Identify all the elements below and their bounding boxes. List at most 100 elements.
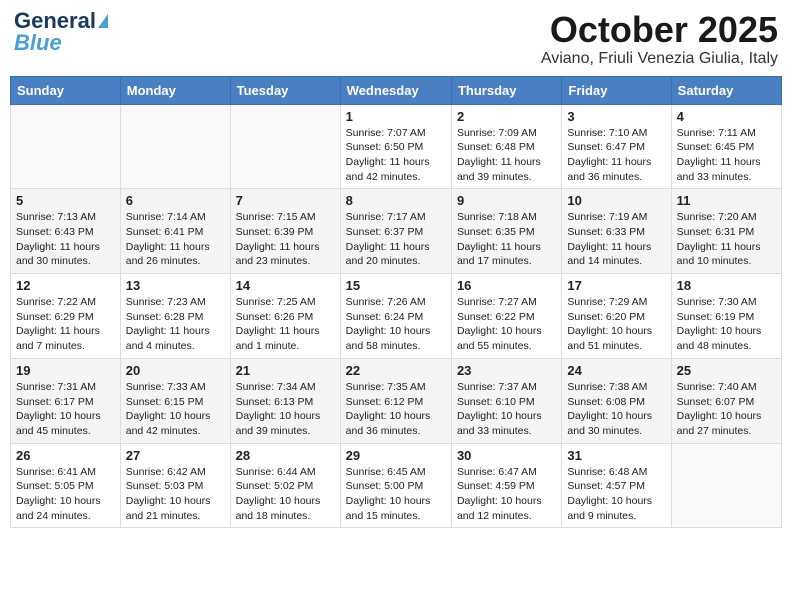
- day-info: Sunrise: 7:15 AMSunset: 6:39 PMDaylight:…: [236, 210, 335, 269]
- day-info: Sunrise: 7:14 AMSunset: 6:41 PMDaylight:…: [126, 210, 225, 269]
- sunset-text: Sunset: 6:29 PM: [16, 311, 94, 323]
- daylight-text: Daylight: 11 hours and 36 minutes.: [567, 156, 651, 183]
- day-number: 30: [457, 448, 556, 463]
- day-number: 15: [346, 278, 446, 293]
- day-number: 26: [16, 448, 115, 463]
- sunrise-text: Sunrise: 7:34 AM: [236, 381, 316, 393]
- sunset-text: Sunset: 6:50 PM: [346, 141, 424, 153]
- daylight-text: Daylight: 11 hours and 7 minutes.: [16, 325, 100, 352]
- day-info: Sunrise: 7:31 AMSunset: 6:17 PMDaylight:…: [16, 380, 115, 439]
- daylight-text: Daylight: 10 hours and 36 minutes.: [346, 410, 431, 437]
- sunrise-text: Sunrise: 7:27 AM: [457, 296, 537, 308]
- daylight-text: Daylight: 10 hours and 21 minutes.: [126, 495, 211, 522]
- day-info: Sunrise: 7:25 AM Sunset: 6:26 PM Daylight:…: [236, 295, 335, 354]
- daylight-text: Daylight: 10 hours and 30 minutes.: [567, 410, 652, 437]
- sunrise-text: Sunrise: 7:31 AM: [16, 381, 96, 393]
- day-number: 22: [346, 363, 446, 378]
- sunrise-text: Sunrise: 7:15 AM: [236, 211, 316, 223]
- sunset-text: Sunset: 6:26 PM: [236, 311, 314, 323]
- day-number: 24: [567, 363, 665, 378]
- sunrise-text: Sunrise: 7:07 AM: [346, 127, 426, 139]
- calendar-cell: 20Sunrise: 7:33 AMSunset: 6:15 PMDayligh…: [120, 358, 230, 443]
- day-info: Sunrise: 7:27 AM Sunset: 6:22 PM Daylight:…: [457, 295, 556, 354]
- sunrise-text: Sunrise: 7:14 AM: [126, 211, 206, 223]
- day-info: Sunrise: 7:38 AMSunset: 6:08 PMDaylight:…: [567, 380, 665, 439]
- calendar-week-row: 1Sunrise: 7:07 AMSunset: 6:50 PMDaylight…: [11, 104, 782, 189]
- calendar-cell: 16 Sunrise: 7:27 AM Sunset: 6:22 PM Dayligh…: [451, 274, 561, 359]
- day-info: Sunrise: 7:23 AMSunset: 6:28 PMDaylight:…: [126, 295, 225, 354]
- calendar-cell: 29 Sunrise: 6:45 AMSunset: 5:00 PMDayligh…: [340, 443, 451, 528]
- weekday-header-thursday: Thursday: [451, 76, 561, 104]
- sunset-text: Sunset: 6:17 PM: [16, 396, 94, 408]
- sunset-text: Sunset: 5:05 PM: [16, 480, 94, 492]
- day-info: Sunrise: 7:19 AMSunset: 6:33 PMDaylight:…: [567, 210, 665, 269]
- sunset-text: Sunset: 5:02 PM: [236, 480, 314, 492]
- day-info: Sunrise: 6:42 AM Sunset: 5:03 PM Daylight:…: [126, 465, 225, 524]
- daylight-text: Daylight: 11 hours and 23 minutes.: [236, 241, 320, 268]
- weekday-header-tuesday: Tuesday: [230, 76, 340, 104]
- daylight-text: Daylight: 11 hours and 39 minutes.: [457, 156, 541, 183]
- sunrise-text: Sunrise: 7:30 AM: [677, 296, 757, 308]
- sunset-text: Sunset: 6:22 PM: [457, 311, 535, 323]
- sunrise-text: Sunrise: 7:09 AM: [457, 127, 537, 139]
- daylight-text: Daylight: 10 hours and 42 minutes.: [126, 410, 211, 437]
- sunset-text: Sunset: 6:10 PM: [457, 396, 535, 408]
- daylight-text: Daylight: 10 hours and 27 minutes.: [677, 410, 762, 437]
- day-number: 8: [346, 193, 446, 208]
- sunset-text: Sunset: 5:03 PM: [126, 480, 204, 492]
- sunrise-text: Sunrise: 7:25 AM: [236, 296, 316, 308]
- sunset-text: Sunset: 6:35 PM: [457, 226, 535, 238]
- calendar-table: SundayMondayTuesdayWednesdayThursdayFrid…: [10, 76, 782, 529]
- daylight-text: Daylight: 11 hours and 1 minute.: [236, 325, 320, 352]
- day-number: 16: [457, 278, 556, 293]
- sunset-text: Sunset: 4:59 PM: [457, 480, 535, 492]
- sunrise-text: Sunrise: 7:13 AM: [16, 211, 96, 223]
- sunset-text: Sunset: 6:28 PM: [126, 311, 204, 323]
- daylight-text: Daylight: 10 hours and 55 minutes.: [457, 325, 542, 352]
- sunrise-text: Sunrise: 7:40 AM: [677, 381, 757, 393]
- day-number: 4: [677, 109, 776, 124]
- day-info: Sunrise: 6:45 AMSunset: 5:00 PMDaylight:…: [346, 465, 446, 524]
- month-title: October 2025: [541, 10, 778, 50]
- sunset-text: Sunset: 5:00 PM: [346, 480, 424, 492]
- day-info: Sunrise: 7:33 AMSunset: 6:15 PMDaylight:…: [126, 380, 225, 439]
- sunset-text: Sunset: 6:15 PM: [126, 396, 204, 408]
- daylight-text: Daylight: 10 hours and 15 minutes.: [346, 495, 431, 522]
- day-info: Sunrise: 6:44 AM Sunset: 5:02 PM Daylight:…: [236, 465, 335, 524]
- calendar-week-row: 5Sunrise: 7:13 AMSunset: 6:43 PMDaylight…: [11, 189, 782, 274]
- calendar-cell: 5Sunrise: 7:13 AMSunset: 6:43 PMDaylight…: [11, 189, 121, 274]
- calendar-cell: 9 Sunrise: 7:18 AM Sunset: 6:35 PM Daylight…: [451, 189, 561, 274]
- sunset-text: Sunset: 6:07 PM: [677, 396, 755, 408]
- daylight-text: Daylight: 11 hours and 17 minutes.: [457, 241, 541, 268]
- sunrise-text: Sunrise: 6:42 AM: [126, 466, 206, 478]
- day-number: 17: [567, 278, 665, 293]
- weekday-header-sunday: Sunday: [11, 76, 121, 104]
- daylight-text: Daylight: 10 hours and 12 minutes.: [457, 495, 542, 522]
- day-number: 27: [126, 448, 225, 463]
- logo-triangle-icon: [98, 14, 108, 28]
- sunrise-text: Sunrise: 7:18 AM: [457, 211, 537, 223]
- title-block: October 2025 Aviano, Friuli Venezia Giul…: [541, 10, 778, 68]
- calendar-cell: [230, 104, 340, 189]
- day-info: Sunrise: 7:20 AMSunset: 6:31 PMDaylight:…: [677, 210, 776, 269]
- sunrise-text: Sunrise: 7:26 AM: [346, 296, 426, 308]
- calendar-cell: 30Sunrise: 6:47 AMSunset: 4:59 PMDayligh…: [451, 443, 561, 528]
- calendar-cell: 21Sunrise: 7:34 AMSunset: 6:13 PMDayligh…: [230, 358, 340, 443]
- day-number: 29: [346, 448, 446, 463]
- calendar-cell: 17Sunrise: 7:29 AMSunset: 6:20 PMDayligh…: [562, 274, 671, 359]
- day-number: 9: [457, 193, 556, 208]
- day-number: 11: [677, 193, 776, 208]
- sunset-text: Sunset: 6:33 PM: [567, 226, 645, 238]
- daylight-text: Daylight: 10 hours and 18 minutes.: [236, 495, 321, 522]
- sunset-text: Sunset: 6:37 PM: [346, 226, 424, 238]
- page-header: General Blue October 2025 Aviano, Friuli…: [10, 10, 782, 68]
- location-title: Aviano, Friuli Venezia Giulia, Italy: [541, 50, 778, 68]
- day-info: Sunrise: 7:37 AMSunset: 6:10 PMDaylight:…: [457, 380, 556, 439]
- calendar-cell: 1Sunrise: 7:07 AMSunset: 6:50 PMDaylight…: [340, 104, 451, 189]
- calendar-cell: 22Sunrise: 7:35 AMSunset: 6:12 PMDayligh…: [340, 358, 451, 443]
- sunrise-text: Sunrise: 6:44 AM: [236, 466, 316, 478]
- day-info: Sunrise: 7:40 AM Sunset: 6:07 PM Daylight:…: [677, 380, 776, 439]
- sunrise-text: Sunrise: 7:10 AM: [567, 127, 647, 139]
- day-number: 23: [457, 363, 556, 378]
- calendar-cell: 6Sunrise: 7:14 AMSunset: 6:41 PMDaylight…: [120, 189, 230, 274]
